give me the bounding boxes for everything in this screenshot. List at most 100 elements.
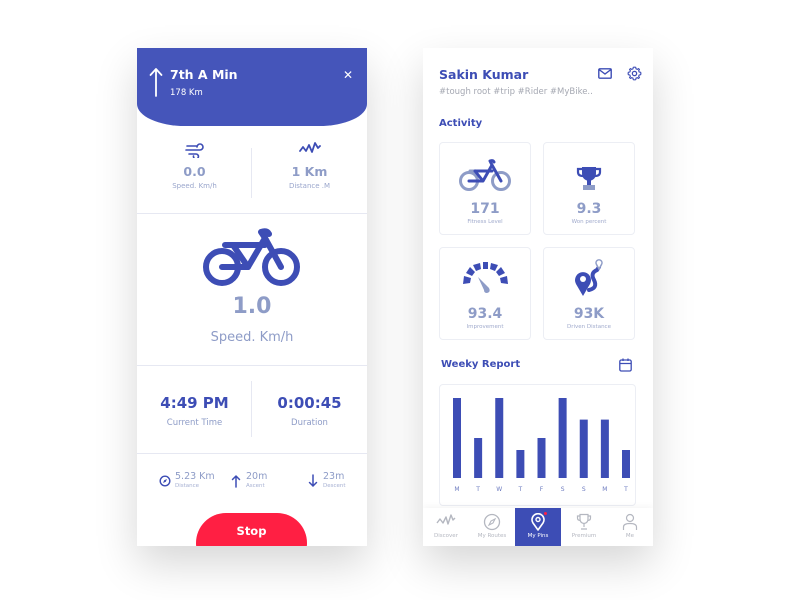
driven-distance-card[interactable]: 93K Driven Distance (543, 247, 635, 340)
x-tick-label: T (623, 486, 628, 493)
calendar-icon[interactable] (619, 358, 632, 372)
arrow-up-icon (231, 474, 241, 488)
x-tick-label: T (518, 486, 523, 493)
street-name: 7th A Min (170, 67, 238, 82)
bar-chart: MTWTFSSMT (453, 398, 630, 493)
x-tick-label: T (475, 486, 480, 493)
descent-label: Descent (323, 483, 346, 489)
duration-label: Duration (291, 418, 328, 428)
fitness-level-label: Fitness Level (467, 219, 503, 225)
bicycle-icon (203, 228, 300, 286)
current-time-value: 4:49 PM (160, 394, 229, 412)
trip-distance-value: 5.23 Km (175, 471, 215, 482)
descent-value: 23m (323, 471, 345, 482)
bottom-tab-bar: Discover My Routes My Pins Premium Me (423, 508, 653, 546)
bar-8 (622, 450, 630, 478)
divider (137, 453, 367, 454)
ascent-stat: 20m Ascent (230, 472, 267, 489)
bar-4 (537, 438, 546, 478)
x-tick-label: F (540, 486, 544, 493)
distance-value: 1 Km (291, 164, 328, 179)
navigation-header: 7th A Min 178 Km ✕ (137, 48, 367, 126)
tab-label: My Routes (477, 533, 507, 539)
arrow-down-icon (308, 474, 318, 488)
bicycle-icon (459, 159, 511, 191)
trophy-icon (576, 513, 592, 530)
ascent-label: Ascent (246, 483, 265, 489)
bar-0 (453, 398, 461, 478)
current-time-stat: 4:49 PM Current Time (137, 394, 252, 428)
x-tick-label: M (602, 486, 607, 493)
improvement-value: 93.4 (467, 306, 503, 322)
mail-icon[interactable] (598, 68, 612, 79)
notification-dot (544, 512, 547, 515)
duration-value: 0:00:45 (277, 394, 342, 412)
pin-icon (531, 513, 545, 531)
x-tick-label: S (561, 486, 565, 493)
speed-value: 0.0 (183, 164, 206, 179)
user-name: Sakin Kumar (439, 67, 529, 82)
tab-label: Discover (434, 533, 458, 539)
trophy-icon (576, 167, 602, 190)
stop-button[interactable]: Stop (196, 513, 307, 546)
tab-my-routes[interactable]: My Routes (469, 508, 515, 546)
current-speed-label: Speed. Km/h (210, 330, 294, 345)
user-icon (622, 513, 638, 530)
driven-distance-value: 93K (573, 306, 605, 322)
current-time-label: Current Time (166, 418, 223, 428)
tab-discover[interactable]: Discover (423, 508, 469, 546)
tab-me[interactable]: Me (607, 508, 653, 546)
distance-stat: 1 Km Distance .M (252, 140, 367, 202)
bar-2 (495, 398, 504, 478)
tab-label: Me (625, 533, 635, 539)
profile-screen: Sakin Kumar #tough root #trip #Rider #My… (423, 48, 653, 546)
ascent-value: 20m (246, 471, 268, 482)
weekly-report-title: Weeky Report (441, 359, 521, 370)
won-percent-card[interactable]: 9.3 Won percent (543, 142, 635, 235)
x-tick-label: M (454, 486, 459, 493)
remaining-distance: 178 Km (170, 88, 203, 98)
bar-1 (474, 438, 483, 478)
trip-distance-stat: 5.23 Km Distance (159, 472, 215, 489)
ride-tracking-screen: 7th A Min 178 Km ✕ 0.0 Speed. Km/h 1 Km … (137, 48, 367, 546)
trip-distance-label: Distance (175, 483, 200, 489)
fitness-level-value: 171 (470, 201, 500, 217)
divider (137, 213, 367, 214)
divider (137, 365, 367, 366)
bar-5 (558, 398, 567, 478)
tab-my-pins[interactable]: My Pins (515, 508, 561, 546)
improvement-card[interactable]: 93.4 Improvement (439, 247, 531, 340)
improvement-label: Improvement (466, 324, 504, 330)
speed-label: Speed. Km/h (172, 182, 217, 190)
fitness-level-card[interactable]: 171 Fitness Level (439, 142, 531, 235)
won-percent-label: Won percent (571, 219, 607, 225)
distance-label: Distance .M (288, 182, 331, 190)
x-tick-label: W (496, 486, 502, 493)
activity-title: Activity (439, 118, 483, 129)
bar-7 (600, 419, 609, 478)
driven-distance-label: Driven Distance (567, 324, 611, 330)
wind-icon (184, 143, 204, 158)
tab-label: Premium (571, 533, 597, 539)
compass-icon (483, 513, 501, 531)
activity-icon (298, 142, 321, 153)
duration-stat: 0:00:45 Duration (252, 394, 367, 428)
gear-icon[interactable] (627, 66, 642, 81)
tab-label: My Pins (527, 533, 549, 539)
speedometer-icon (463, 262, 508, 293)
speed-stat: 0.0 Speed. Km/h (137, 140, 252, 202)
activity-icon (436, 514, 456, 525)
bar-3 (516, 450, 525, 478)
close-icon[interactable]: ✕ (343, 68, 353, 82)
x-tick-label: S (582, 486, 586, 493)
user-tags: #tough root #trip #Rider #MyBike.. (439, 87, 593, 97)
tab-premium[interactable]: Premium (561, 508, 607, 546)
route-pin-icon (575, 259, 603, 296)
won-percent-value: 9.3 (576, 201, 602, 217)
current-speed-value: 1.0 (232, 294, 272, 319)
descent-stat: 23m Descent (307, 472, 346, 489)
bar-6 (579, 419, 588, 478)
arrow-up-icon (149, 68, 163, 97)
compass-icon (159, 475, 171, 487)
weekly-report-chart: MTWTFSSMT (439, 384, 636, 506)
